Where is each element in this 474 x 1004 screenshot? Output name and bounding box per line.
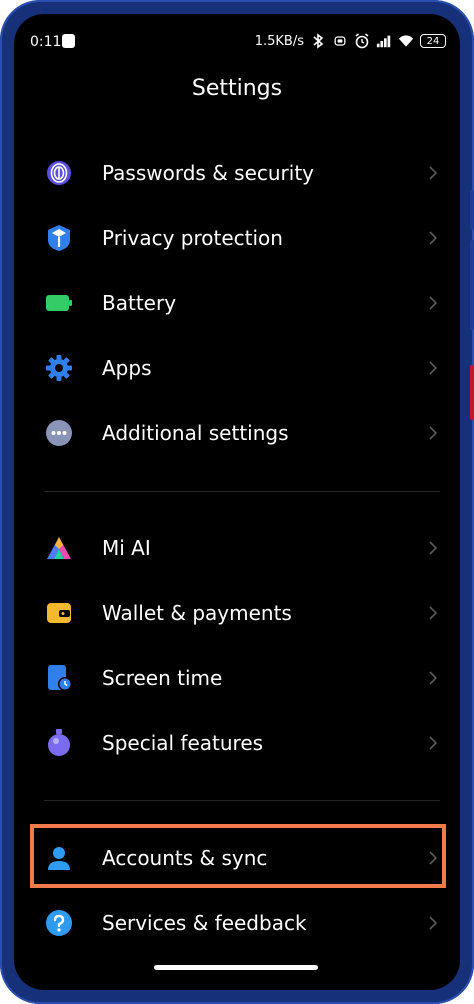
alarm-icon [354, 33, 370, 49]
more-dots-icon [44, 418, 74, 448]
settings-item-label: Additional settings [102, 421, 289, 445]
bluetooth-icon [310, 33, 326, 49]
settings-item-services-feedback[interactable]: Services & feedback [14, 891, 460, 955]
chevron-right-icon [428, 735, 438, 751]
settings-item-additional-settings[interactable]: Additional settings [14, 401, 460, 465]
mi-ai-icon [44, 533, 74, 563]
settings-item-wallet-payments[interactable]: Wallet & payments [14, 581, 460, 645]
chevron-right-icon [428, 360, 438, 376]
help-icon [44, 908, 74, 938]
fingerprint-icon [44, 158, 74, 188]
status-time: 0:11 [30, 34, 62, 50]
chevron-right-icon [428, 540, 438, 556]
settings-item-label: Privacy protection [102, 226, 283, 250]
status-icons: 1.5KB/s 24 [255, 32, 446, 50]
settings-item-label: Mi AI [102, 536, 151, 560]
chevron-right-icon [428, 670, 438, 686]
settings-item-privacy-protection[interactable]: Privacy protection [14, 206, 460, 270]
settings-item-mi-ai[interactable]: Mi AI [14, 516, 460, 580]
settings-item-label: Apps [102, 356, 152, 380]
signal-icon [376, 33, 392, 49]
wifi-icon [398, 33, 414, 49]
battery-icon: 24 [420, 34, 446, 48]
settings-item-label: Battery [102, 291, 177, 315]
section-divider [44, 800, 440, 801]
vibrate-icon [332, 33, 348, 49]
status-bar: 0:11 1.5KB/s 24 [14, 14, 460, 70]
chevron-right-icon [428, 165, 438, 181]
battery-icon [44, 288, 74, 318]
screen-time-icon [44, 663, 74, 693]
wallet-icon [44, 598, 74, 628]
gear-icon [44, 353, 74, 383]
settings-item-passwords-security[interactable]: Passwords & security [14, 141, 460, 205]
settings-item-label: Wallet & payments [102, 601, 292, 625]
device-frame: 0:11 1.5KB/s 24 Settings Passwords & sec… [0, 0, 474, 1004]
settings-item-label: Special features [102, 731, 264, 755]
special-features-icon [44, 728, 74, 758]
volume-down-button [470, 240, 474, 330]
highlight-box [30, 824, 446, 888]
page-title: Settings [191, 76, 283, 101]
chevron-right-icon [428, 295, 438, 311]
notification-icon [62, 34, 75, 48]
section-divider [44, 491, 440, 492]
shield-icon [44, 223, 74, 253]
home-indicator[interactable] [154, 965, 318, 970]
settings-item-screen-time[interactable]: Screen time [14, 646, 460, 710]
phone-screen: 0:11 1.5KB/s 24 Settings Passwords & sec… [14, 14, 460, 990]
settings-item-apps[interactable]: Apps [14, 336, 460, 400]
chevron-right-icon [428, 915, 438, 931]
chevron-right-icon [428, 605, 438, 621]
chevron-right-icon [428, 425, 438, 441]
power-button [470, 365, 474, 420]
settings-item-label: Services & feedback [102, 911, 307, 935]
network-speed: 1.5KB/s [254, 33, 304, 49]
chevron-right-icon [428, 230, 438, 246]
settings-item-label: Passwords & security [102, 161, 315, 185]
settings-item-label: Screen time [102, 666, 223, 690]
settings-item-special-features[interactable]: Special features [14, 711, 460, 775]
volume-up-button [470, 190, 474, 230]
settings-item-battery[interactable]: Battery [14, 271, 460, 335]
